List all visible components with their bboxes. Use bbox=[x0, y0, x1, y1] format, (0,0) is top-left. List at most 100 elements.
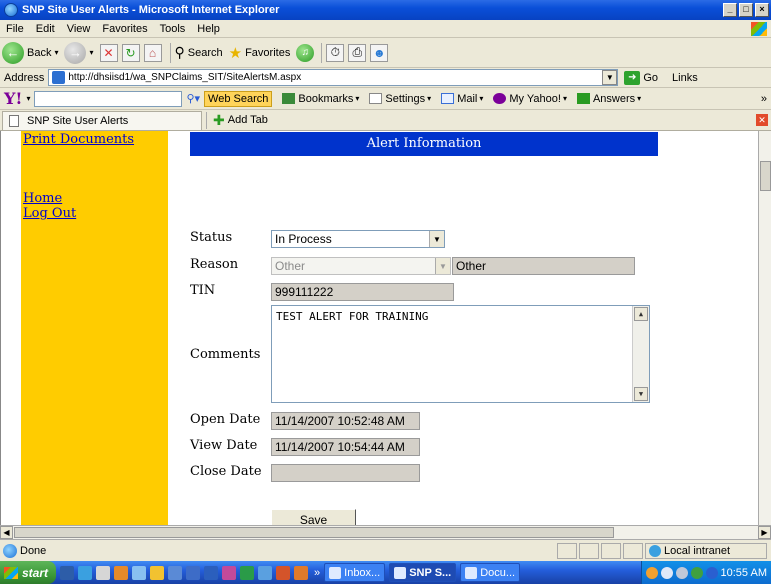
close-button[interactable]: × bbox=[755, 3, 769, 17]
search-button[interactable]: ⚲ Search bbox=[175, 44, 223, 61]
go-button[interactable]: ➜ Go bbox=[624, 70, 658, 85]
quick-launch-icon[interactable] bbox=[186, 565, 201, 580]
quick-launch-icon[interactable] bbox=[96, 565, 111, 580]
menu-file[interactable]: File bbox=[0, 23, 30, 35]
web-search-button[interactable]: Web Search bbox=[204, 90, 273, 107]
quick-launch-icon[interactable] bbox=[258, 565, 273, 580]
settings-button[interactable]: Settings ▾ bbox=[369, 93, 431, 105]
quick-launch-icon[interactable] bbox=[240, 565, 255, 580]
address-url[interactable]: http://dhsiisd1/wa_SNPClaims_SIT/SiteAle… bbox=[68, 72, 602, 83]
scroll-down-icon[interactable]: ▼ bbox=[634, 387, 648, 401]
tray-icon[interactable] bbox=[675, 566, 688, 579]
quick-launch-icon[interactable] bbox=[168, 565, 183, 580]
address-dropdown-icon[interactable]: ▼ bbox=[602, 70, 618, 85]
mail-icon bbox=[441, 93, 455, 104]
media-icon[interactable]: ♫ bbox=[296, 43, 315, 62]
quick-launch-icon[interactable] bbox=[150, 565, 165, 580]
scroll-up-icon[interactable]: ▲ bbox=[634, 307, 648, 321]
taskbar-item-snp[interactable]: SNP S... bbox=[389, 563, 457, 582]
quick-launch-icon[interactable] bbox=[114, 565, 129, 580]
my-yahoo-button[interactable]: My Yahoo! ▾ bbox=[493, 93, 567, 105]
view-date-field[interactable]: 11/14/2007 10:54:44 AM bbox=[271, 438, 420, 456]
address-bar: Address http://dhsiisd1/wa_SNPClaims_SIT… bbox=[0, 68, 771, 88]
reason-text-field[interactable]: Other bbox=[452, 257, 635, 275]
toolbar-separator bbox=[321, 42, 323, 63]
stop-icon[interactable]: ✕ bbox=[99, 43, 118, 62]
quick-launch-icon[interactable] bbox=[276, 565, 291, 580]
open-date-field[interactable]: 11/14/2007 10:52:48 AM bbox=[271, 412, 420, 430]
toolbar-overflow-icon[interactable]: » bbox=[761, 93, 767, 105]
tray-icon[interactable] bbox=[690, 566, 703, 579]
quick-launch-icon[interactable] bbox=[222, 565, 237, 580]
start-button[interactable]: start bbox=[0, 561, 57, 584]
yahoo-search-icon[interactable]: ⚲▾ bbox=[186, 92, 200, 105]
close-date-field[interactable] bbox=[271, 464, 420, 482]
menu-view[interactable]: View bbox=[61, 23, 97, 35]
quick-launch-icon[interactable] bbox=[132, 565, 147, 580]
page-vertical-scrollbar[interactable] bbox=[758, 131, 771, 525]
quick-launch-icon[interactable] bbox=[78, 565, 93, 580]
page-horizontal-scrollbar[interactable]: ◀ ▶ bbox=[0, 525, 771, 539]
answers-button[interactable]: Answers ▾ bbox=[576, 93, 641, 105]
links-button[interactable]: Links bbox=[672, 72, 698, 84]
security-zone[interactable]: Local intranet bbox=[645, 542, 767, 559]
yahoo-search-input[interactable] bbox=[34, 90, 183, 107]
scroll-thumb[interactable] bbox=[760, 161, 771, 191]
minimize-button[interactable]: _ bbox=[723, 3, 737, 17]
comments-textarea[interactable]: TEST ALERT FOR TRAINING ▲ ▼ bbox=[271, 305, 650, 403]
yahoo-dropdown-icon[interactable]: ▾ bbox=[26, 94, 30, 103]
print-icon[interactable]: ⎙ bbox=[348, 43, 367, 62]
refresh-icon[interactable]: ↻ bbox=[121, 43, 140, 62]
tab-snp-site-user-alerts[interactable]: SNP Site User Alerts bbox=[2, 110, 202, 130]
mail-button[interactable]: Mail ▾ bbox=[441, 93, 483, 105]
quick-launch-icon[interactable] bbox=[294, 565, 309, 580]
windows-flag-icon bbox=[4, 566, 18, 579]
history-icon[interactable]: ⏱ bbox=[326, 43, 345, 62]
nav-print-documents-link[interactable]: Print Documents bbox=[23, 132, 168, 147]
home-icon[interactable]: ⌂ bbox=[143, 43, 162, 62]
yahoo-logo[interactable]: Y! bbox=[0, 89, 26, 108]
answers-icon bbox=[576, 93, 590, 104]
close-date-label: Close Date bbox=[190, 464, 262, 479]
nav-logout-link[interactable]: Log Out bbox=[23, 206, 168, 221]
status-cell bbox=[623, 542, 643, 559]
maximize-button[interactable]: □ bbox=[739, 3, 753, 17]
nav-home-link[interactable]: Home bbox=[23, 191, 168, 206]
taskbar-item-document[interactable]: Docu... bbox=[460, 563, 521, 582]
plus-icon: ✚ bbox=[213, 111, 225, 128]
address-input[interactable]: http://dhsiisd1/wa_SNPClaims_SIT/SiteAle… bbox=[48, 69, 619, 86]
save-button[interactable]: Save bbox=[271, 509, 356, 525]
search-icon: ⚲ bbox=[174, 44, 185, 60]
page-icon bbox=[52, 71, 66, 84]
windows-logo-icon bbox=[751, 21, 767, 36]
scroll-thumb[interactable] bbox=[14, 527, 614, 538]
reason-select[interactable]: Other ▼ bbox=[271, 257, 451, 275]
tray-icon[interactable] bbox=[705, 566, 718, 579]
back-button[interactable]: ← Back ▾ bbox=[2, 41, 58, 64]
users-icon[interactable]: ☻ bbox=[370, 43, 389, 62]
comments-scrollbar[interactable]: ▲ ▼ bbox=[632, 306, 649, 402]
close-tab-icon[interactable]: ✕ bbox=[756, 114, 768, 126]
menu-tools[interactable]: Tools bbox=[154, 23, 192, 35]
taskbar-item-label: SNP S... bbox=[409, 566, 452, 579]
menu-edit[interactable]: Edit bbox=[30, 23, 61, 35]
quick-launch-icon[interactable] bbox=[60, 565, 75, 580]
quick-launch-overflow-icon[interactable]: » bbox=[314, 567, 320, 579]
scroll-right-icon[interactable]: ▶ bbox=[758, 526, 771, 539]
bookmarks-button[interactable]: Bookmarks ▾ bbox=[282, 93, 359, 105]
tin-field[interactable]: 999111222 bbox=[271, 283, 454, 301]
scroll-left-icon[interactable]: ◀ bbox=[0, 526, 13, 539]
tray-icon[interactable] bbox=[660, 566, 673, 579]
status-cell bbox=[601, 542, 621, 559]
status-select[interactable]: In Process ▼ bbox=[271, 230, 445, 248]
favorites-button[interactable]: ★ Favorites bbox=[229, 44, 291, 62]
tray-icon[interactable] bbox=[645, 566, 658, 579]
chevron-down-icon: ▼ bbox=[435, 258, 450, 274]
taskbar-item-inbox[interactable]: Inbox... bbox=[324, 563, 386, 582]
quick-launch-icon[interactable] bbox=[204, 565, 219, 580]
status-value: In Process bbox=[275, 232, 332, 246]
menu-favorites[interactable]: Favorites bbox=[96, 23, 153, 35]
forward-button[interactable]: → ▾ bbox=[64, 41, 94, 64]
add-tab-button[interactable]: ✚ Add Tab bbox=[206, 111, 268, 129]
menu-help[interactable]: Help bbox=[191, 23, 226, 35]
